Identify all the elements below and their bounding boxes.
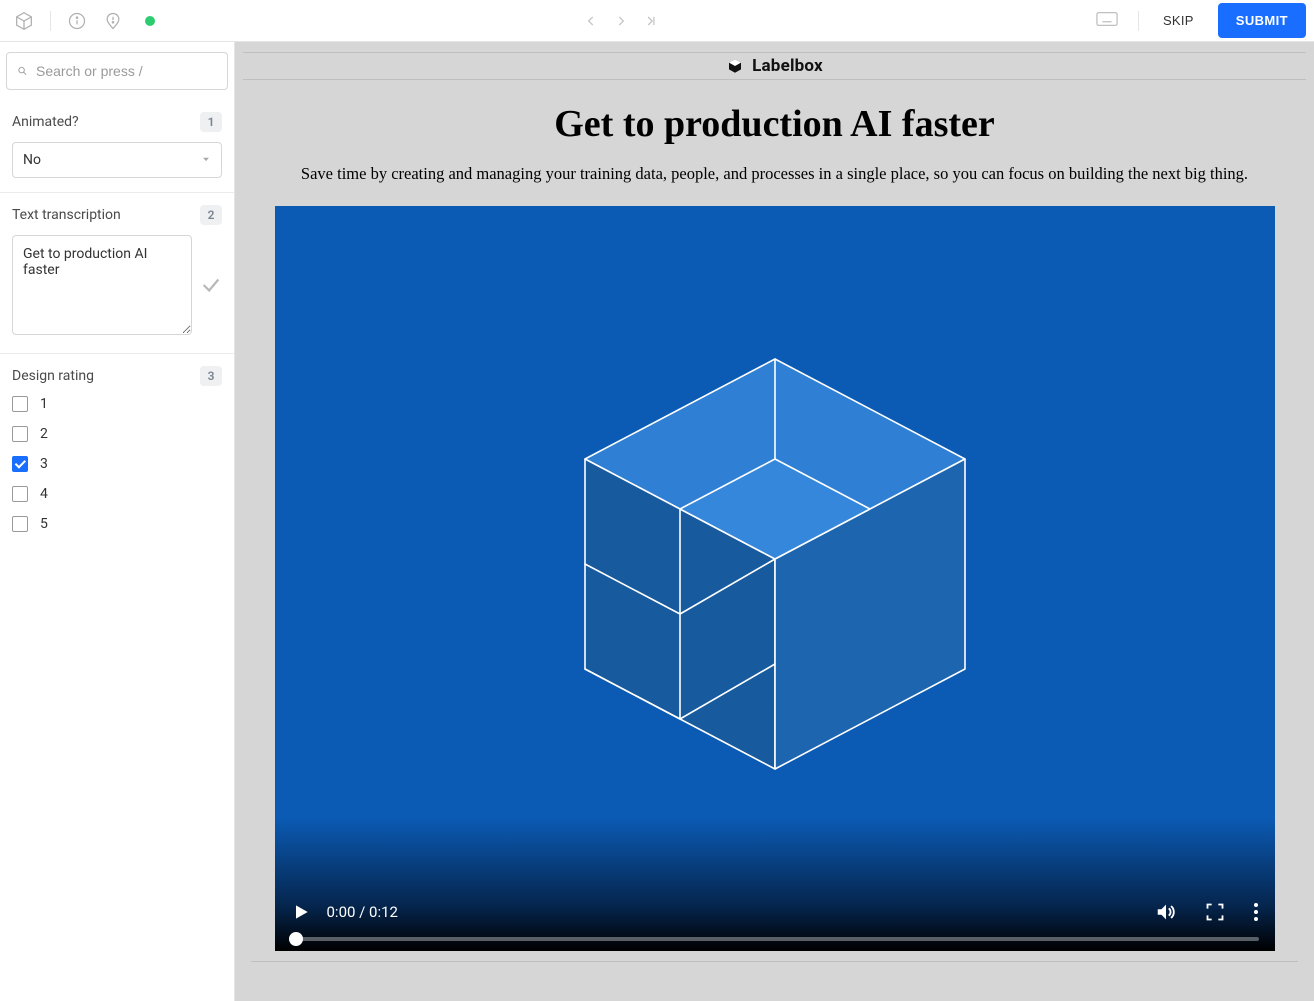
- select-value: No: [23, 152, 41, 168]
- status-dot: [145, 16, 155, 26]
- divider: [1138, 11, 1139, 31]
- video-time: 0:00 / 0:12: [327, 903, 398, 921]
- search-icon: [17, 63, 28, 79]
- transcription-textarea[interactable]: [12, 235, 192, 335]
- checkbox-icon[interactable]: [12, 456, 28, 472]
- rating-option-3[interactable]: 3: [12, 456, 222, 472]
- prev-icon[interactable]: [579, 9, 603, 33]
- rating-label: 5: [40, 516, 48, 532]
- rating-label: 1: [40, 396, 48, 412]
- question-title: Animated?: [12, 114, 79, 130]
- checkbox-icon[interactable]: [12, 516, 28, 532]
- check-icon[interactable]: [200, 274, 222, 300]
- checkbox-icon[interactable]: [12, 396, 28, 412]
- fullscreen-icon[interactable]: [1205, 902, 1225, 922]
- skip-button[interactable]: SKIP: [1151, 5, 1206, 36]
- video-controls: 0:00 / 0:12: [275, 879, 1275, 951]
- video-player[interactable]: 0:00 / 0:12: [275, 206, 1275, 951]
- volume-icon[interactable]: [1155, 901, 1177, 923]
- topbar-right: SKIP SUBMIT: [1088, 3, 1306, 38]
- submit-button[interactable]: SUBMIT: [1218, 3, 1306, 38]
- question-badge: 1: [200, 112, 222, 132]
- question-title: Design rating: [12, 368, 94, 384]
- main-canvas: Labelbox Get to production AI faster Sav…: [235, 42, 1314, 1001]
- divider: [251, 961, 1298, 962]
- checkbox-icon[interactable]: [12, 426, 28, 442]
- topbar-nav: [155, 9, 1088, 33]
- search-input-wrap[interactable]: [6, 52, 228, 90]
- cube-graphic: [575, 349, 975, 779]
- next-icon[interactable]: [609, 9, 633, 33]
- topbar-left: [8, 5, 155, 37]
- progress-knob[interactable]: [289, 932, 303, 946]
- flag-icon[interactable]: [97, 5, 129, 37]
- question-animated: Animated? 1 No: [0, 100, 234, 193]
- brand-name: Labelbox: [752, 56, 823, 76]
- question-badge: 3: [200, 366, 222, 386]
- rating-label: 4: [40, 486, 48, 502]
- labelbox-logo-icon: [726, 57, 744, 75]
- rating-label: 2: [40, 426, 48, 442]
- more-icon[interactable]: [1253, 902, 1259, 922]
- question-badge: 2: [200, 205, 222, 225]
- rating-option-4[interactable]: 4: [12, 486, 222, 502]
- sidebar: Animated? 1 No Text transcription 2: [0, 42, 235, 1001]
- question-transcription: Text transcription 2: [0, 193, 234, 354]
- rating-option-1[interactable]: 1: [12, 396, 222, 412]
- rating-option-5[interactable]: 5: [12, 516, 222, 532]
- video-progress[interactable]: [291, 937, 1259, 941]
- keyboard-icon[interactable]: [1088, 11, 1126, 31]
- headline: Get to production AI faster: [243, 102, 1306, 146]
- question-title: Text transcription: [12, 207, 121, 223]
- last-icon[interactable]: [639, 9, 663, 33]
- rating-label: 3: [40, 456, 48, 472]
- divider: [50, 11, 51, 31]
- checkbox-icon[interactable]: [12, 486, 28, 502]
- topbar: SKIP SUBMIT: [0, 0, 1314, 42]
- chevron-down-icon: [201, 152, 211, 168]
- animated-select[interactable]: No: [12, 142, 222, 178]
- logo-cube-icon[interactable]: [8, 5, 40, 37]
- brand-bar: Labelbox: [243, 52, 1306, 80]
- rating-option-2[interactable]: 2: [12, 426, 222, 442]
- info-icon[interactable]: [61, 5, 93, 37]
- question-design-rating: Design rating 3 1 2 3 4 5: [0, 354, 234, 546]
- search-input[interactable]: [36, 63, 217, 79]
- subhead: Save time by creating and managing your …: [243, 164, 1306, 184]
- play-icon[interactable]: [291, 902, 311, 922]
